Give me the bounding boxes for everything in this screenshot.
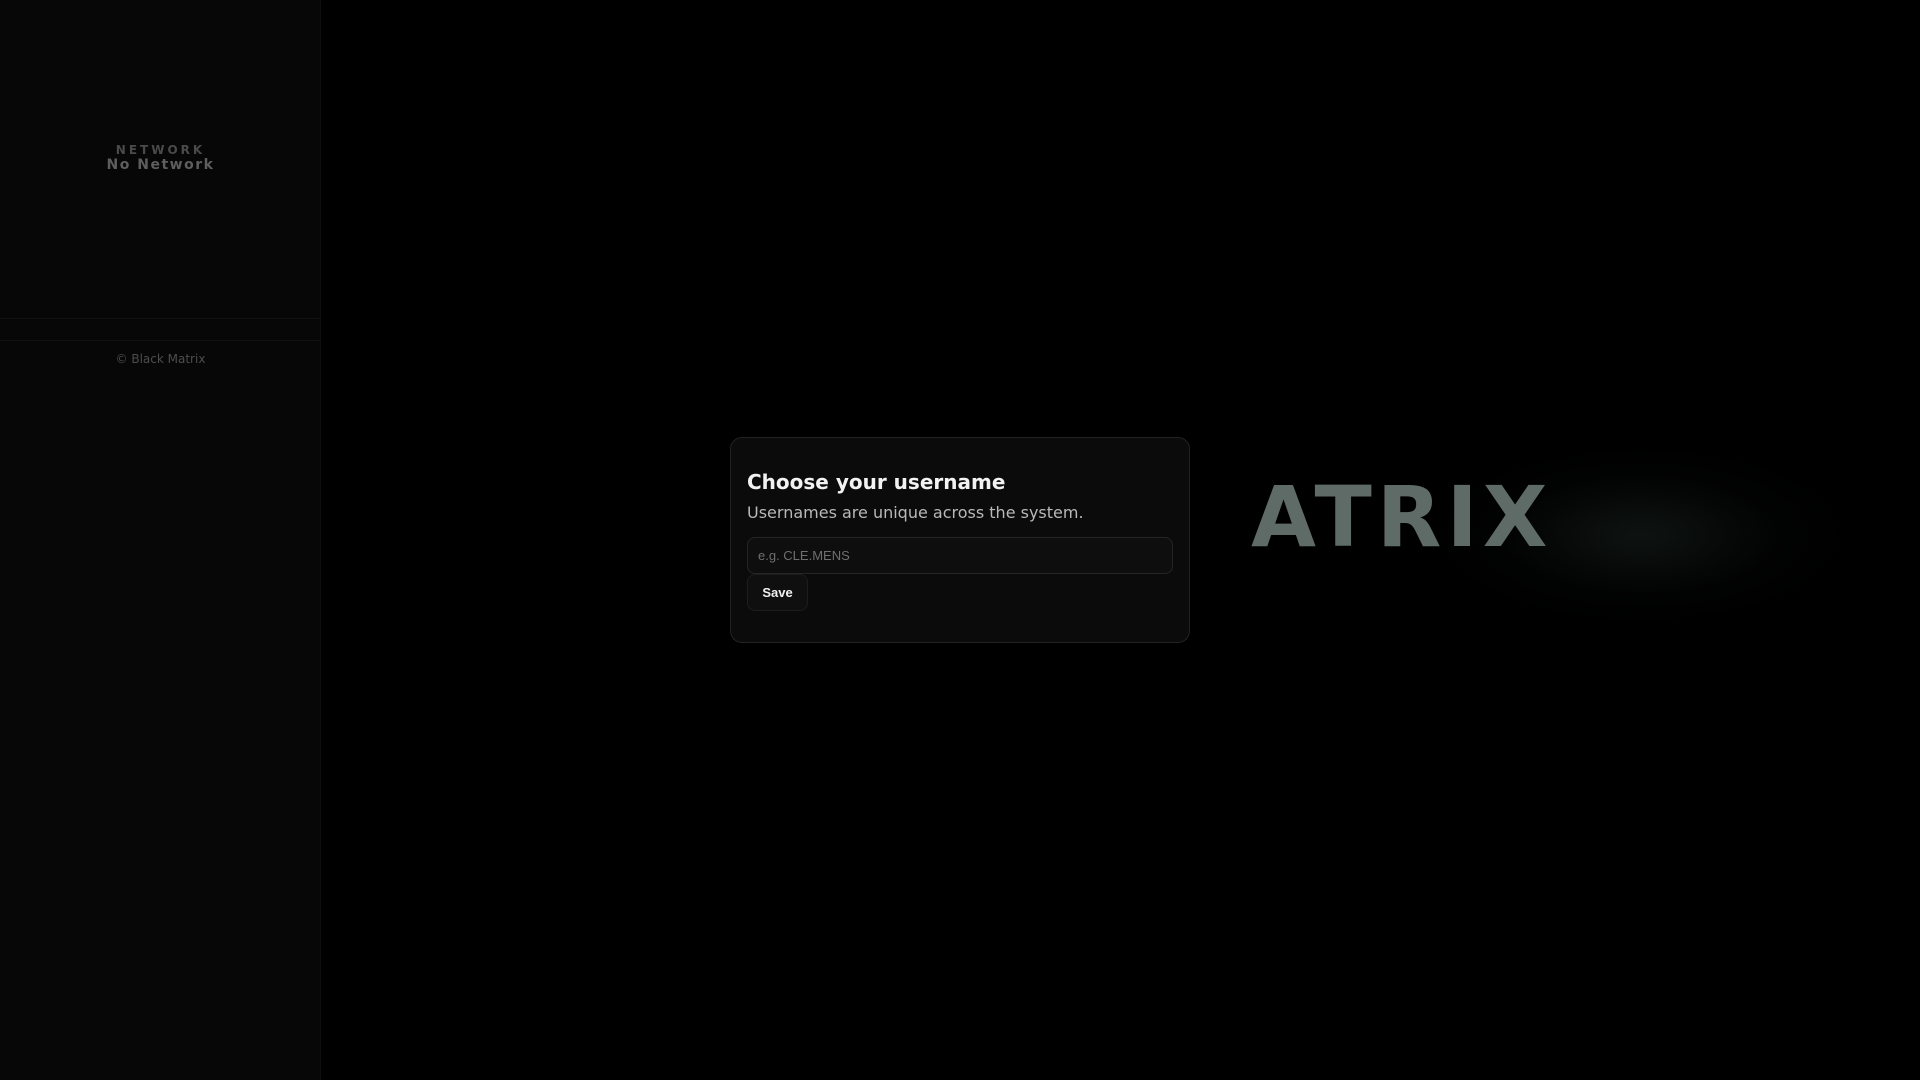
save-button[interactable]: Save — [747, 574, 808, 611]
dialog-subtitle: Usernames are unique across the system. — [747, 503, 1084, 522]
copyright-footer: © Black Matrix — [115, 352, 206, 366]
username-input[interactable] — [747, 537, 1173, 574]
brand-wordmark: ATRIX — [1251, 468, 1553, 566]
sidebar-divider-bottom — [0, 340, 321, 341]
dialog-title: Choose your username — [747, 470, 1006, 494]
sidebar: NETWORK No Network © Black Matrix — [0, 0, 321, 1080]
network-status: NETWORK No Network — [0, 143, 321, 173]
network-label: NETWORK — [115, 143, 206, 157]
username-dialog: Choose your username Usernames are uniqu… — [730, 437, 1190, 643]
network-value: No Network — [106, 157, 215, 173]
app-root: NETWORK No Network © Black Matrix ATRIX … — [0, 0, 1920, 1080]
sidebar-divider-top — [0, 318, 321, 319]
